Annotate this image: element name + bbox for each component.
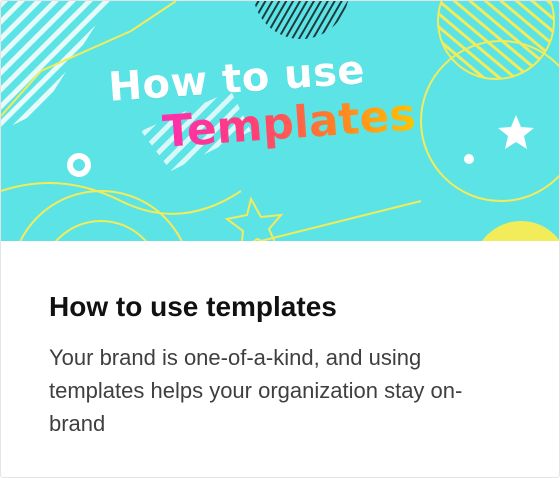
card-description: Your brand is one-of-a-kind, and using t…	[49, 345, 463, 436]
outline-star-icon	[224, 196, 284, 241]
hatched-circle	[254, 1, 348, 39]
card-title[interactable]: How to use templates	[49, 291, 337, 323]
star-icon	[498, 115, 534, 149]
card-banner-image: How to use Templates	[1, 1, 559, 241]
stripe-shape	[1, 1, 111, 131]
striped-circle	[438, 1, 554, 79]
template-card[interactable]: How to use Templates How to use template…	[0, 0, 560, 478]
ring-shape	[67, 153, 91, 177]
